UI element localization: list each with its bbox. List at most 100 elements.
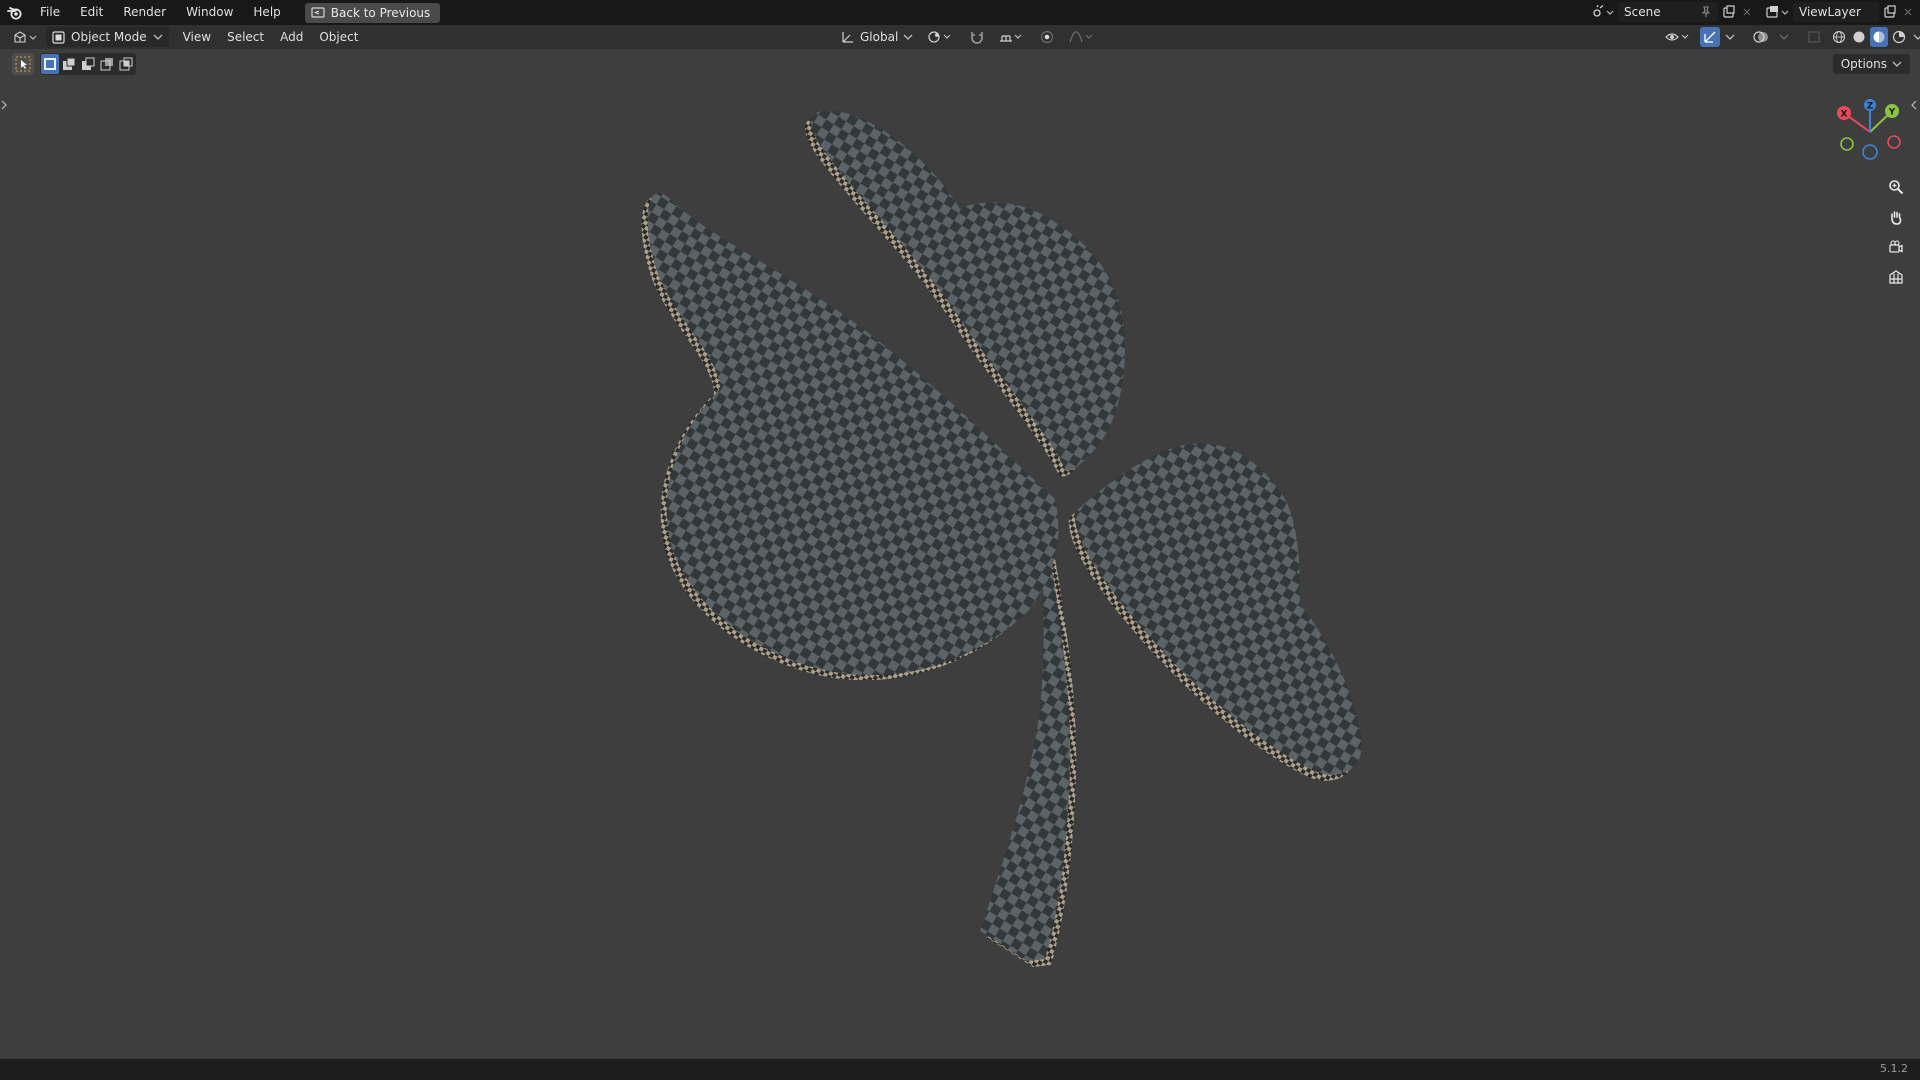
menu-file[interactable]: File <box>30 0 70 25</box>
material-sphere-icon <box>1873 31 1885 43</box>
status-bar: 5.1.2 <box>0 1059 1920 1080</box>
select-invert-icon <box>100 58 113 71</box>
grid-ortho-icon <box>1889 270 1903 284</box>
solid-sphere-icon <box>1853 31 1865 43</box>
sidebar-expand-toggle[interactable] <box>1910 99 1920 115</box>
select-mode-extend[interactable] <box>60 54 78 74</box>
proportional-edit-icon <box>1041 30 1054 44</box>
camera-view-button[interactable] <box>1883 234 1909 260</box>
gizmo-icon <box>1704 31 1716 43</box>
menu-help[interactable]: Help <box>243 0 290 25</box>
new-scene-icon[interactable] <box>1718 2 1740 22</box>
chevron-down-icon <box>1913 34 1920 40</box>
3d-viewport-icon <box>14 31 37 43</box>
orientation-axes-icon <box>842 32 853 43</box>
menu-render[interactable]: Render <box>113 0 176 25</box>
pivot-point-dropdown[interactable] <box>922 27 960 47</box>
select-tool-button[interactable] <box>12 53 34 75</box>
tool-settings-row <box>12 53 136 75</box>
gizmo-x-label: X <box>1841 110 1848 120</box>
select-intersect-icon <box>119 57 133 71</box>
3d-viewport[interactable]: Options Z X Y <box>0 49 1920 1059</box>
delete-viewlayer-icon[interactable] <box>1901 2 1915 22</box>
xray-icon <box>1808 31 1820 43</box>
select-new-icon <box>44 58 56 70</box>
select-mode-intersect[interactable] <box>117 54 135 74</box>
scene-name-field[interactable]: Scene <box>1618 2 1718 22</box>
snap-toggle[interactable] <box>964 27 990 47</box>
editor-type-dropdown[interactable] <box>8 27 44 47</box>
toolbar-expand-toggle[interactable] <box>0 99 10 115</box>
overlay-toggle[interactable] <box>1748 27 1774 47</box>
header-center-tools: Global <box>836 27 1100 47</box>
chevron-down-icon <box>153 34 163 40</box>
back-to-previous-button[interactable]: Back to Previous <box>304 2 441 23</box>
mode-dropdown[interactable]: Object Mode <box>46 27 169 47</box>
visibility-dropdown[interactable] <box>1660 27 1698 47</box>
header-right-tools <box>1660 27 1920 47</box>
gizmo-toggle[interactable] <box>1700 27 1720 47</box>
menu-edit[interactable]: Edit <box>70 0 113 25</box>
scene-browse-icon[interactable] <box>1588 2 1618 22</box>
overlay-options-dropdown[interactable] <box>1776 27 1792 47</box>
mode-label: Object Mode <box>71 30 147 44</box>
pin-icon[interactable] <box>1700 6 1712 18</box>
select-mode-subtract[interactable] <box>79 54 97 74</box>
chevron-down-icon <box>1892 61 1902 67</box>
header-menu-select[interactable]: Select <box>219 27 272 47</box>
camera-icon <box>1889 240 1903 253</box>
selection-mode-group <box>40 53 136 75</box>
shading-options-dropdown[interactable] <box>1910 27 1920 47</box>
ortho-toggle-button[interactable] <box>1883 264 1909 290</box>
select-mode-invert[interactable] <box>98 54 116 74</box>
header-menu-object[interactable]: Object <box>311 27 366 47</box>
options-label: Options <box>1840 57 1887 71</box>
gizmo-neg-z-axis[interactable] <box>1862 144 1878 160</box>
gizmo-neg-y-axis[interactable] <box>1840 137 1854 151</box>
viewport-scene <box>641 110 1362 967</box>
menu-window[interactable]: Window <box>176 0 243 25</box>
gizmo-options-dropdown[interactable] <box>1722 27 1738 47</box>
header-menu-view[interactable]: View <box>175 27 219 47</box>
version-label: 5.1.2 <box>1880 1062 1908 1075</box>
wireframe-sphere-icon <box>1832 30 1846 44</box>
xray-toggle[interactable] <box>1804 27 1824 47</box>
back-to-previous-label: Back to Previous <box>330 5 431 20</box>
pivot-icon <box>928 31 951 43</box>
zoom-view-button[interactable] <box>1883 174 1909 200</box>
chevron-down-icon <box>1725 34 1735 40</box>
viewlayer-browse-icon[interactable] <box>1763 2 1793 22</box>
gizmo-y-label: Y <box>1888 108 1896 118</box>
viewlayer-name-field[interactable]: ViewLayer <box>1793 2 1879 22</box>
clover-leaf-right[interactable] <box>1068 443 1362 781</box>
viewlayer-name: ViewLayer <box>1799 5 1861 19</box>
new-viewlayer-icon[interactable] <box>1879 2 1901 22</box>
options-dropdown[interactable]: Options <box>1832 54 1910 74</box>
select-mode-new[interactable] <box>41 54 59 74</box>
select-extend-icon <box>63 57 76 70</box>
shading-wireframe-button[interactable] <box>1830 27 1848 47</box>
falloff-curve-icon <box>1069 31 1093 43</box>
scene-selector: Scene <box>1588 2 1754 22</box>
proportional-falloff-dropdown[interactable] <box>1064 27 1100 47</box>
navigation-gizmo[interactable]: Z X Y <box>1830 94 1910 164</box>
cursor-arrow-icon <box>15 56 31 72</box>
delete-scene-icon[interactable] <box>1740 2 1754 22</box>
snap-target-dropdown[interactable] <box>994 27 1030 47</box>
blender-logo-icon[interactable] <box>0 0 30 25</box>
scene-name: Scene <box>1624 5 1661 19</box>
chevron-right-icon <box>1 100 7 110</box>
rendered-sphere-icon <box>1892 30 1906 44</box>
shading-material-button[interactable] <box>1870 27 1888 47</box>
header-menu-add[interactable]: Add <box>272 27 311 47</box>
transform-orientation-dropdown[interactable]: Global <box>836 27 918 47</box>
shading-rendered-button[interactable] <box>1890 27 1908 47</box>
gizmo-neg-x-axis[interactable] <box>1887 135 1901 149</box>
pan-view-button[interactable] <box>1883 204 1909 230</box>
gizmo-z-label: Z <box>1867 102 1874 112</box>
proportional-editing-toggle[interactable] <box>1034 27 1060 47</box>
magnet-icon <box>971 32 984 44</box>
shading-solid-button[interactable] <box>1850 27 1868 47</box>
eye-select-icon <box>1665 33 1689 41</box>
top-bar: File Edit Render Window Help Back to Pre… <box>0 0 1920 25</box>
